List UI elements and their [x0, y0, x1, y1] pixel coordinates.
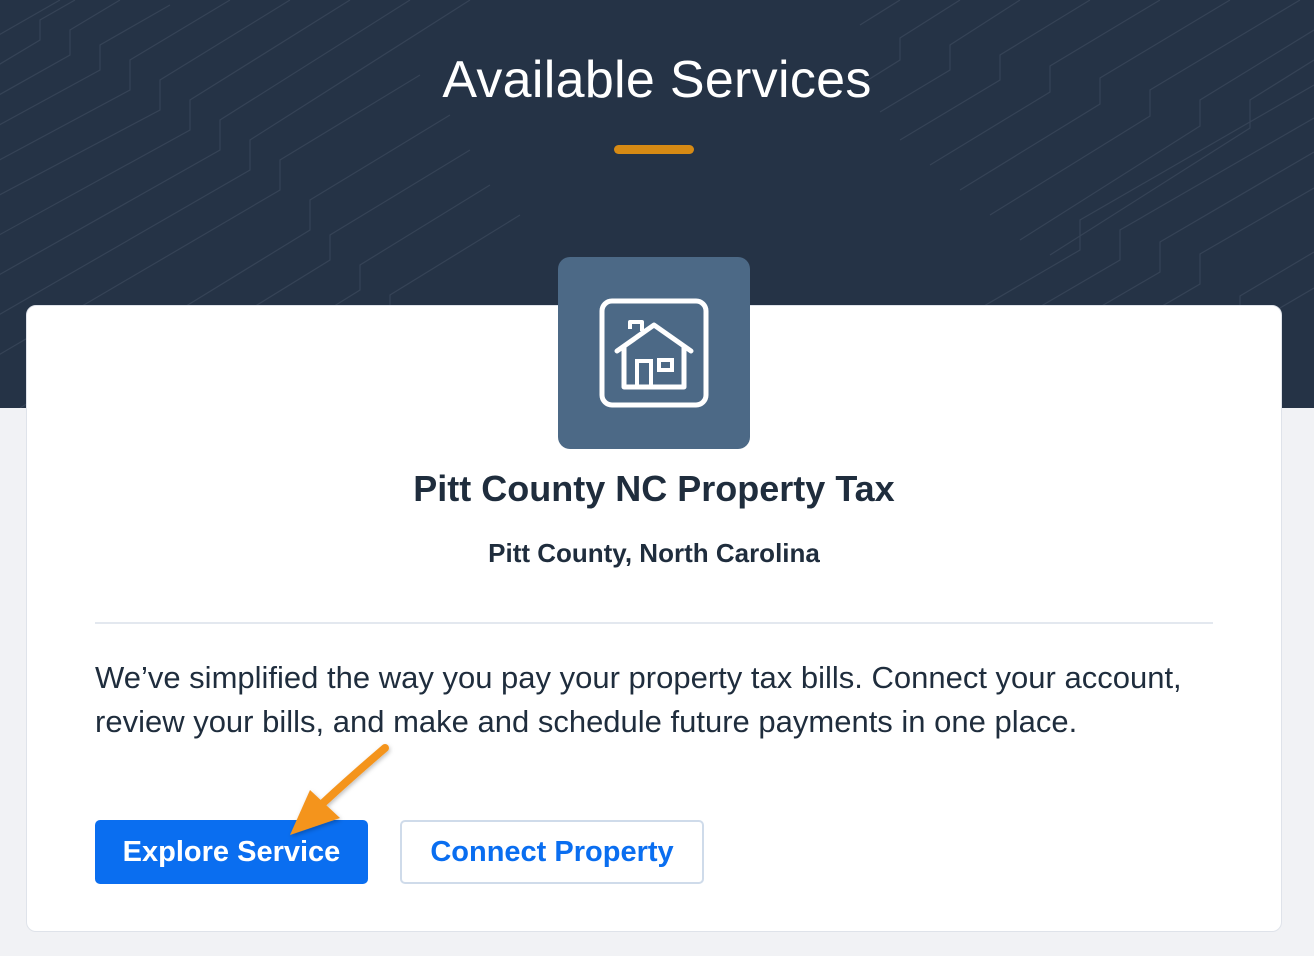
page: Available Services Pitt County NC Proper… — [0, 0, 1314, 956]
title-accent-bar — [614, 145, 694, 154]
service-description: We’ve simplified the way you pay your pr… — [95, 660, 1182, 739]
service-title: Pitt County NC Property Tax — [413, 468, 895, 509]
connect-property-button[interactable]: Connect Property — [400, 820, 704, 884]
explore-service-button[interactable]: Explore Service — [95, 820, 368, 884]
service-location: Pitt County, North Carolina — [488, 538, 820, 568]
service-icon-tile — [558, 257, 750, 449]
page-title: Available Services — [442, 51, 872, 109]
divider — [95, 622, 1213, 624]
house-icon — [599, 298, 709, 408]
